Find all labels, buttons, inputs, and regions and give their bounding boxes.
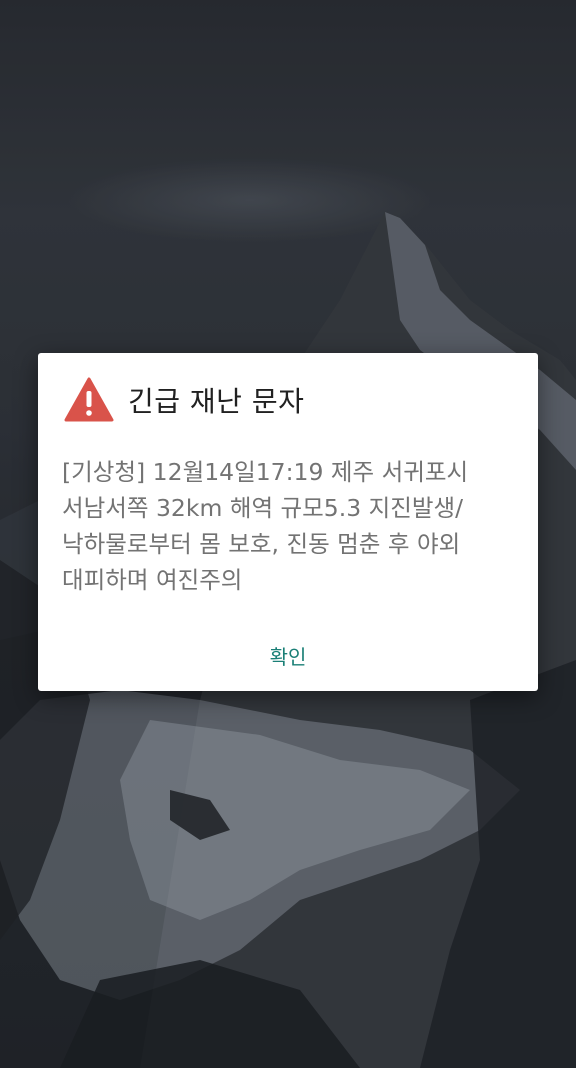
emergency-alert-dialog: 긴급 재난 문자 [기상청] 12월14일17:19 제주 서귀포시 서남서쪽 …	[38, 353, 538, 691]
dialog-header: 긴급 재난 문자	[64, 377, 304, 423]
warning-icon	[64, 377, 114, 422]
dialog-title: 긴급 재난 문자	[128, 385, 305, 418]
alert-message: [기상청] 12월14일17:19 제주 서귀포시 서남서쪽 32km 해역 규…	[62, 458, 469, 594]
confirm-button[interactable]: 확인	[243, 635, 333, 675]
